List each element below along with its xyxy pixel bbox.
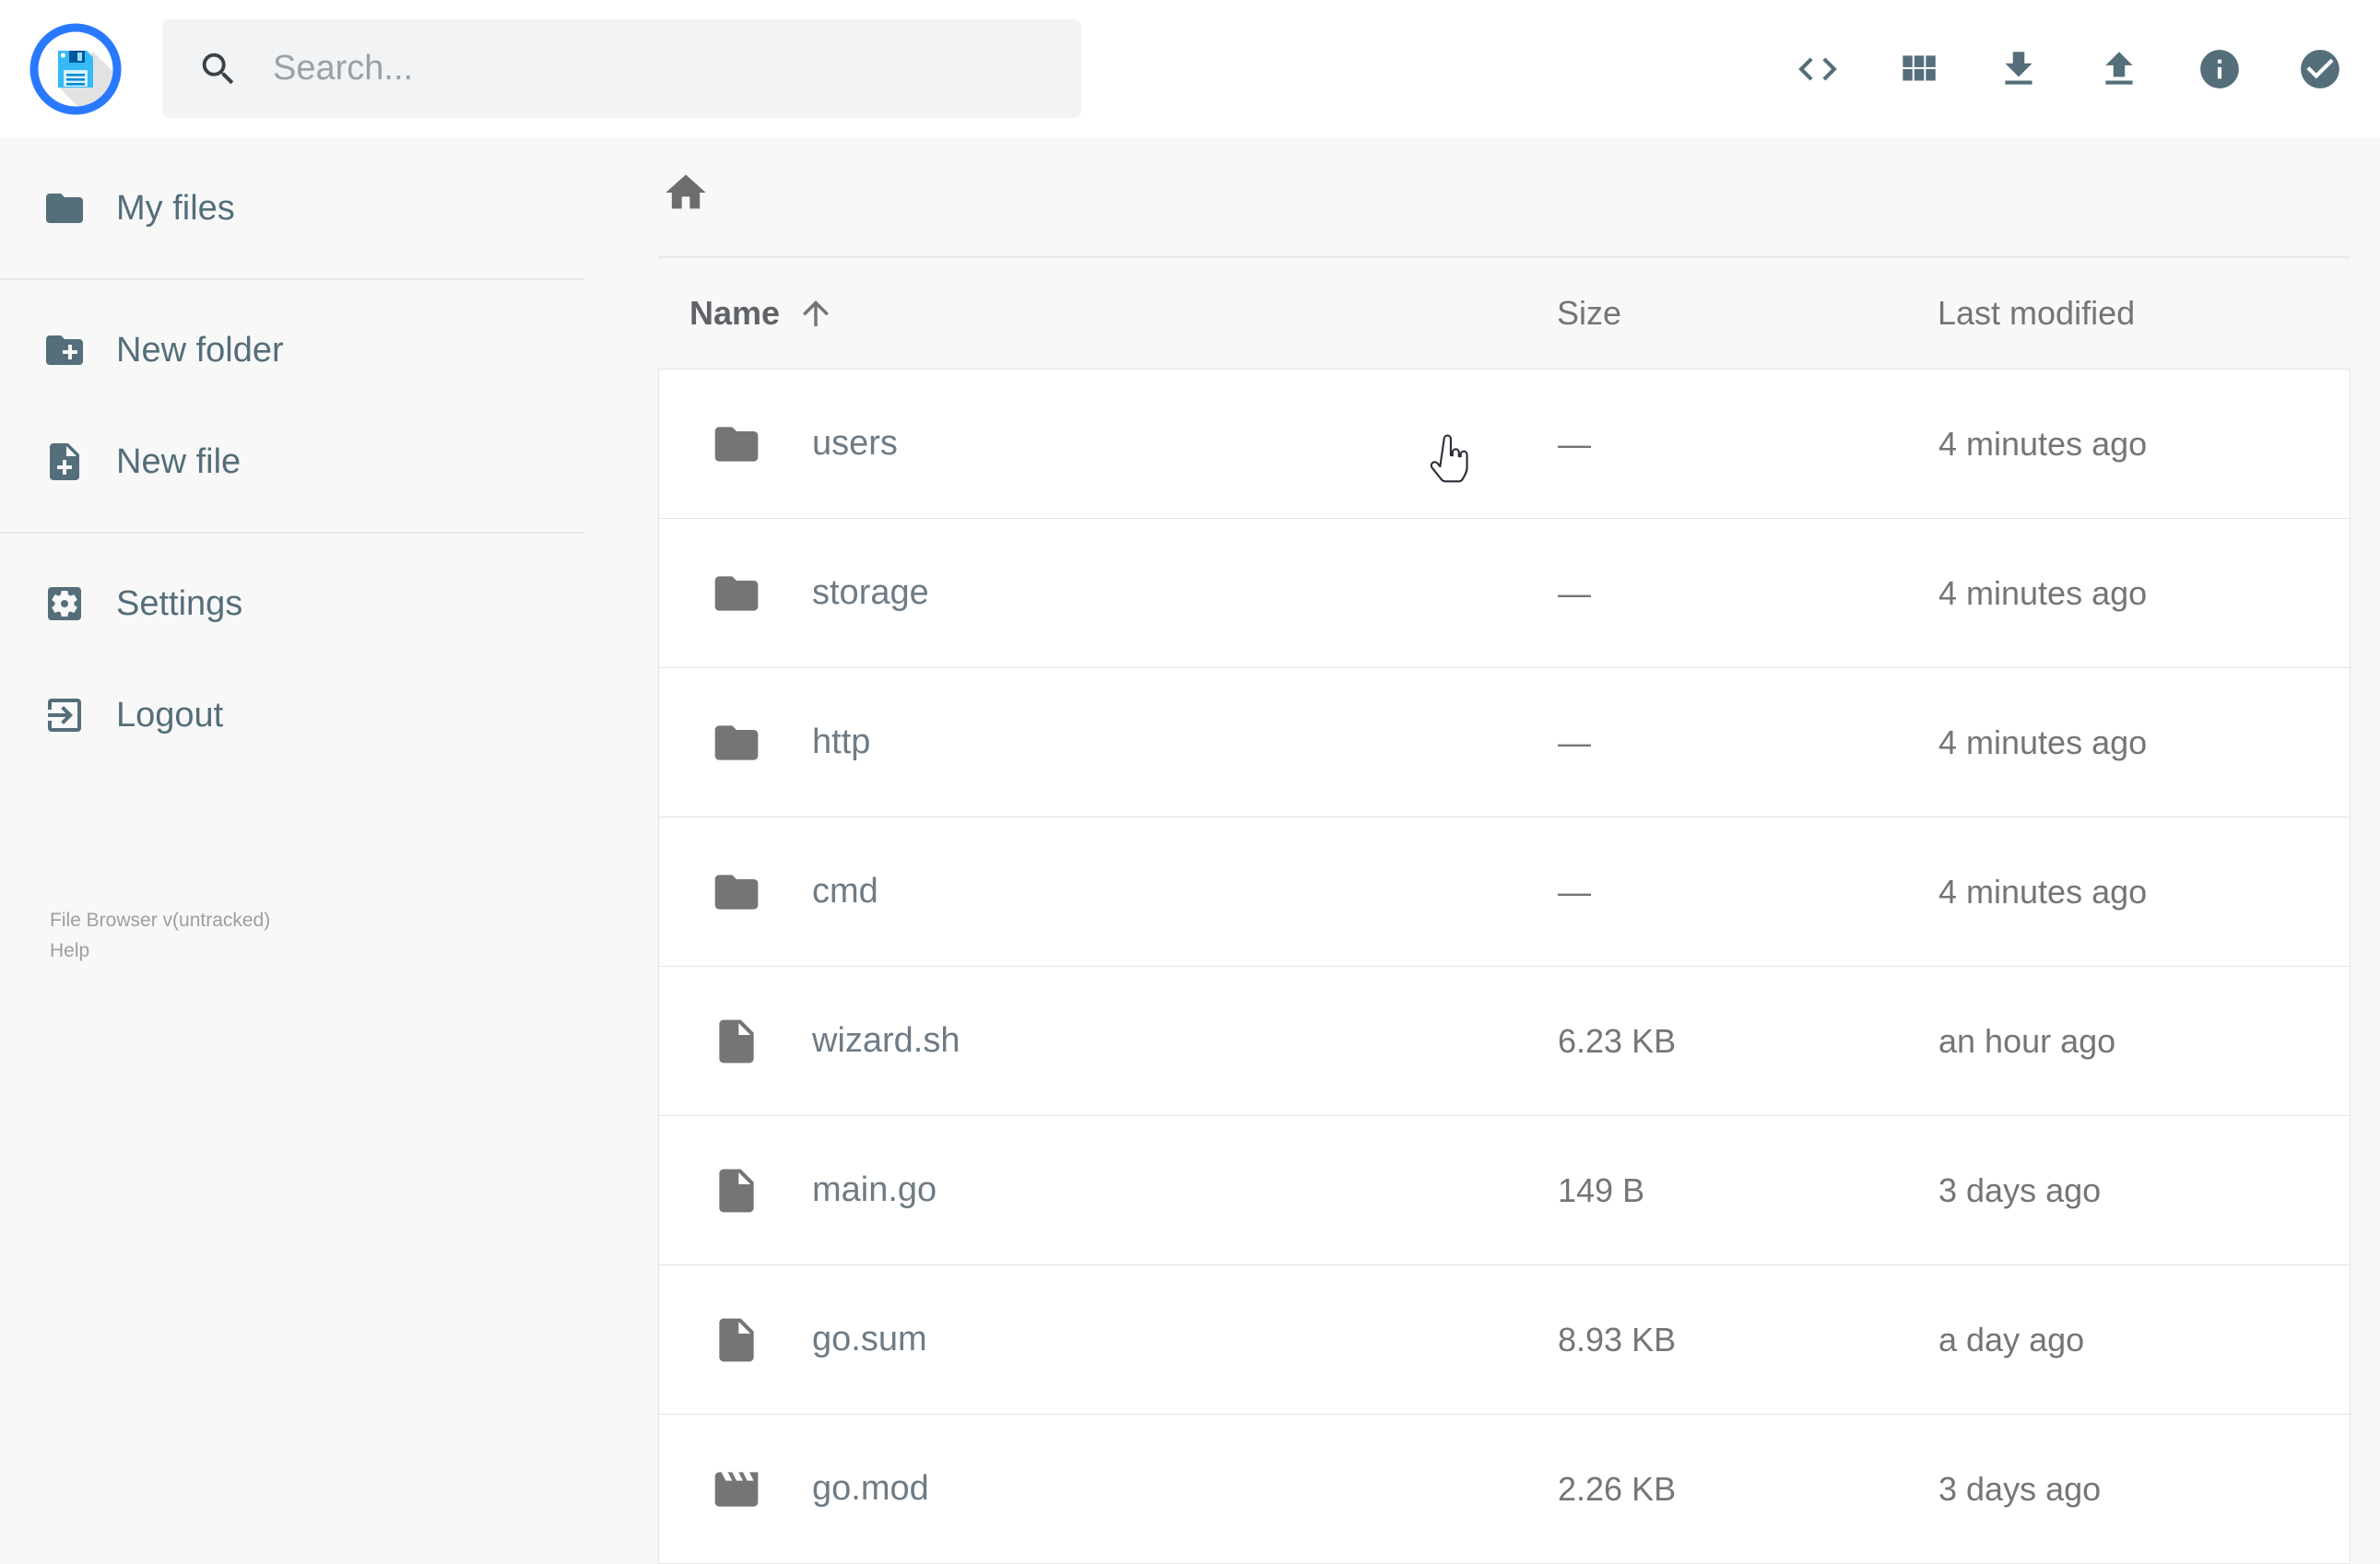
file-modified: 4 minutes ago [1938,723,2148,761]
table-row[interactable]: cmd — 4 minutes ago [658,817,2351,967]
sidebar-item-new-file[interactable]: New file [0,420,584,503]
folder-icon [711,717,762,769]
info-button[interactable] [2197,46,2243,92]
file-size: — [1558,723,1591,761]
logout-icon [48,699,81,732]
file-modified: an hour ago [1938,1021,2116,1060]
column-header-modified[interactable]: Last modified [1938,294,2351,333]
settings-icon [48,587,81,620]
file-modified: 4 minutes ago [1938,424,2148,463]
note-add-icon [50,443,79,480]
column-header-name[interactable]: Name [658,294,1557,333]
table-row[interactable]: http — 4 minutes ago [658,667,2351,817]
search-placeholder: Search... [273,49,414,88]
file-modified: 4 minutes ago [1938,872,2148,911]
sidebar-item-label: My files [116,188,235,228]
row-name-cell: cmd [659,866,1558,918]
sidebar-item-logout[interactable]: Logout [0,674,584,757]
sidebar-item-my-files[interactable]: My files [0,167,584,250]
row-name-cell: go.sum [659,1314,1558,1366]
row-name-cell: storage [659,568,1558,619]
breadcrumb [658,169,2351,217]
file-name: wizard.sh [812,1021,960,1060]
file-name: http [812,723,871,761]
file-list: users — 4 minutes ago storage — 4 minute… [658,369,2351,1564]
header-actions [1795,0,2343,138]
table-row[interactable]: wizard.sh 6.23 KB an hour ago [658,966,2351,1116]
file-name: cmd [812,872,878,911]
select-multiple-button[interactable] [2297,46,2343,92]
table-row[interactable]: go.mod 2.26 KB 3 days ago [658,1414,2351,1564]
row-name-cell: users [659,418,1558,470]
search-icon [202,53,234,84]
row-name-cell: wizard.sh [659,1016,1558,1067]
sidebar-footer: File Browser v(untracked) Help [50,905,270,966]
file-size: 8.93 KB [1558,1320,1677,1358]
filebrowser-logo [29,23,122,115]
column-header-size[interactable]: Size [1557,294,1938,333]
file-size: 2.26 KB [1558,1469,1677,1508]
switch-view-button[interactable] [1895,46,1941,92]
download-icon [2005,52,2032,85]
create-new-folder-icon [46,335,83,365]
check-circle-icon [2301,50,2339,88]
file-modified: 4 minutes ago [1938,573,2148,612]
sidebar-item-label: Settings [116,583,243,623]
toggle-shell-button[interactable] [1795,46,1841,92]
row-name-cell: go.mod [659,1464,1558,1515]
folder-icon [711,418,762,470]
movie-icon [711,1464,762,1515]
file-size: 6.23 KB [1558,1021,1677,1060]
download-button[interactable] [1996,46,2042,92]
sidebar-item-settings[interactable]: Settings [0,562,584,645]
info-icon [2200,50,2239,88]
file-size: 149 B [1558,1170,1645,1209]
code-icon [1798,57,1837,81]
file-name: storage [812,573,929,612]
sidebar-item-label: Logout [116,695,224,735]
table-row[interactable]: main.go 149 B 3 days ago [658,1115,2351,1265]
file-size: — [1558,872,1591,911]
search-input[interactable]: Search... [162,19,1081,118]
home-icon [666,174,706,209]
grid-view-icon [1903,55,1936,81]
sidebar-item-label: New file [116,441,242,481]
help-link[interactable]: Help [50,935,270,966]
app-version-text: File Browser v(untracked) [50,910,271,931]
file-size: — [1558,573,1591,612]
sort-ascending-icon [803,300,830,326]
table-row[interactable]: go.sum 8.93 KB a day ago [658,1264,2351,1415]
file-name: go.sum [812,1320,927,1358]
sidebar-item-new-folder[interactable]: New folder [0,309,584,392]
file-icon [711,1314,762,1366]
file-icon [711,1016,762,1067]
folder-icon [711,866,762,918]
row-name-cell: http [659,717,1558,769]
upload-button[interactable] [2096,46,2142,92]
file-icon [711,1165,762,1217]
folder-icon [711,568,762,619]
row-name-cell: main.go [659,1165,1558,1217]
file-name: go.mod [812,1469,929,1508]
listing-header: Name Size Last modified [658,258,2351,369]
breadcrumb-home-button[interactable] [662,169,710,217]
top-bar: Search... [0,0,2380,138]
sidebar-item-label: New folder [116,330,284,370]
folder-icon [46,194,83,223]
table-row[interactable]: users — 4 minutes ago [658,369,2351,519]
file-modified: a day ago [1938,1320,2085,1358]
file-name: users [812,424,898,463]
sidebar-divider [0,532,584,534]
sidebar-divider [0,278,584,280]
file-modified: 3 days ago [1938,1170,2102,1209]
file-modified: 3 days ago [1938,1469,2102,1508]
file-size: — [1558,424,1591,463]
sidebar: My files New folder New file Settings Lo… [0,138,584,961]
file-listing-area: Name Size Last modified users — 4 minute… [658,138,2351,1564]
upload-icon [2105,52,2133,85]
file-name: main.go [812,1170,937,1209]
table-row[interactable]: storage — 4 minutes ago [658,518,2351,668]
column-header-name-label: Name [689,294,781,332]
